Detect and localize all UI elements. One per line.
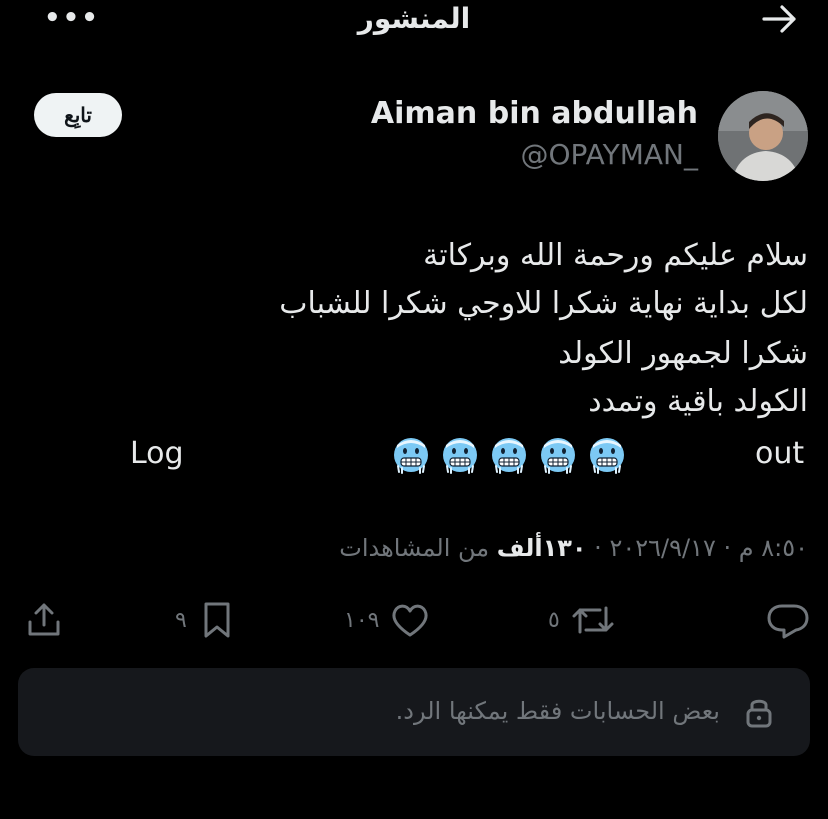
share-icon bbox=[28, 603, 60, 636]
bookmark-button[interactable]: ٩ bbox=[175, 600, 237, 640]
share-button[interactable] bbox=[24, 600, 64, 640]
more-options-icon[interactable]: ••• bbox=[44, 3, 100, 33]
action-bar: ٩ ١٠٩ ٥ bbox=[0, 598, 828, 644]
like-button[interactable]: ١٠٩ bbox=[344, 600, 431, 640]
author-handle[interactable]: @OPAYMAN_ bbox=[521, 138, 698, 171]
emoji-row bbox=[392, 436, 626, 474]
author-name[interactable]: Aiman bin abdullah bbox=[371, 96, 698, 131]
views-label: من المشاهدات bbox=[339, 534, 490, 562]
heart-icon bbox=[392, 604, 428, 637]
cold-face-emoji-icon bbox=[541, 438, 575, 474]
post-line: سلام عليكم ورحمة الله وبركاتة bbox=[423, 238, 808, 273]
post-word-out: out bbox=[755, 436, 805, 471]
reply-restriction-banner: بعض الحسابات فقط يمكنها الرد. bbox=[18, 668, 810, 756]
like-count: ١٠٩ bbox=[344, 607, 380, 633]
page-title: المنشور bbox=[357, 2, 471, 35]
post-meta: ٨:٥٠ م · ٢٠٢٦/٩/١٧ · ١٣٠ألف من المشاهدات bbox=[339, 534, 808, 562]
bookmark-count: ٩ bbox=[175, 607, 187, 633]
post-word-log: Log bbox=[130, 436, 184, 471]
cold-face-emoji-icon bbox=[590, 438, 624, 474]
reply-restriction-text: بعض الحسابات فقط يمكنها الرد. bbox=[395, 697, 720, 725]
post-timestamp: ٨:٥٠ م · ٢٠٢٦/٩/١٧ bbox=[609, 534, 808, 562]
reply-button[interactable] bbox=[766, 600, 810, 640]
repost-count: ٥ bbox=[548, 607, 560, 633]
lock-icon bbox=[746, 699, 772, 728]
repost-icon bbox=[572, 606, 614, 634]
follow-button[interactable]: تابِع bbox=[34, 93, 122, 137]
bookmark-icon bbox=[204, 602, 230, 638]
reply-icon bbox=[767, 604, 809, 639]
cold-face-emoji-icon bbox=[394, 438, 428, 474]
avatar[interactable] bbox=[718, 91, 808, 181]
cold-face-emoji-icon bbox=[492, 438, 526, 474]
views-count: ١٣٠ألف bbox=[496, 534, 587, 562]
post-line: شكرا لجمهور الكولد bbox=[558, 336, 808, 371]
cold-face-emoji-icon bbox=[443, 438, 477, 474]
back-arrow-icon[interactable] bbox=[762, 4, 798, 34]
post-line: الكولد باقية وتمدد bbox=[588, 384, 808, 419]
post-line: لكل بداية نهاية شكرا للاوجي شكرا للشباب bbox=[279, 286, 808, 321]
repost-button[interactable]: ٥ bbox=[548, 600, 616, 640]
post-emoji-line: Log out bbox=[0, 436, 828, 476]
